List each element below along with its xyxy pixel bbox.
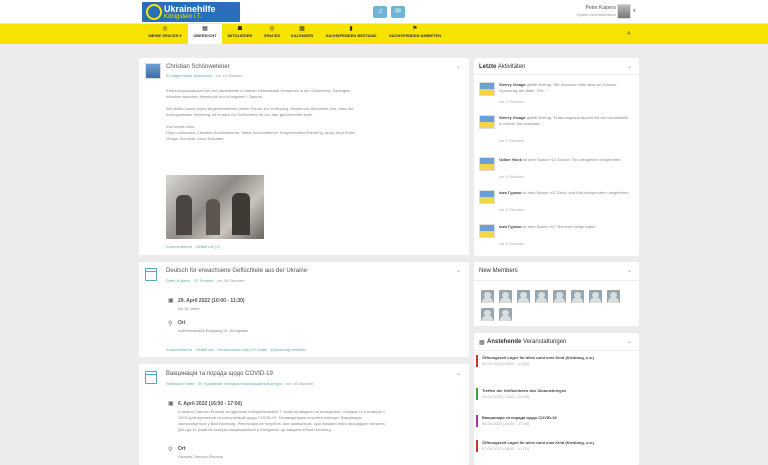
members-icon: ☗ xyxy=(237,26,243,32)
activities-title: Letzte Aktivitäten xyxy=(479,64,526,70)
event-menu-chevron-icon[interactable]: ⌄ xyxy=(456,267,461,274)
clock-icon: ▣ xyxy=(168,298,174,304)
upcoming-event-item[interactable]: Treffen der Geflüchteten des Ukrainekrie… xyxy=(476,388,634,400)
user-avatar[interactable] xyxy=(479,190,495,204)
user-name[interactable]: Peter Kuipers xyxy=(586,5,616,11)
post-author[interactable]: Christian Schönwetener xyxy=(166,64,230,70)
member-avatar[interactable] xyxy=(535,290,548,303)
activities-collapse-chevron-icon[interactable]: ⌄ xyxy=(627,63,632,70)
location-pin-icon: ⚲ xyxy=(168,447,173,453)
upcoming-events-title: Anstehende Veranstaltungen xyxy=(487,339,567,345)
user-menu-caret-icon[interactable]: ▾ xyxy=(633,8,636,14)
brand-logo[interactable]: Ukrainehilfe Königstein i.T. xyxy=(142,2,240,22)
nav-spaces[interactable]: ◎ Spaces xyxy=(258,24,286,44)
member-avatar[interactable] xyxy=(553,290,566,303)
member-avatar[interactable] xyxy=(499,290,512,303)
user-avatar[interactable] xyxy=(617,4,631,19)
user-avatar[interactable] xyxy=(479,82,495,96)
nav-overview[interactable]: ▦ Übersicht xyxy=(188,24,222,44)
user-avatar[interactable] xyxy=(479,157,495,171)
brand-sub: Königstein i.T. xyxy=(164,14,202,20)
post-time: vor 14 Stunden xyxy=(215,73,243,78)
post-photo[interactable] xyxy=(166,175,264,239)
calendar-icon: ▦ xyxy=(299,26,305,32)
spaces-icon: ◎ xyxy=(162,26,168,32)
nav-calendar[interactable]: ▦ Kalender xyxy=(286,24,318,44)
event-location: Лікарня Святого Йосипа xyxy=(178,454,223,459)
spaces-icon: ◎ xyxy=(269,26,275,32)
calendar-icon xyxy=(145,371,157,384)
event-description: у лікарні Святого Йосипа за адресою Köni… xyxy=(178,409,386,432)
upcoming-event-item[interactable]: Öffnungszeit Lager für alles rund ums Ki… xyxy=(476,355,634,367)
post-menu-chevron-icon[interactable]: ⌄ xyxy=(456,63,461,70)
user-avatar[interactable] xyxy=(479,115,495,129)
events-collapse-chevron-icon[interactable]: ⌄ xyxy=(627,338,632,345)
main-nav: ◎ Meine Spaces ▾ ▦ Übersicht ☗ Mitglieder ◎… xyxy=(0,24,768,44)
event-title[interactable]: Deutsch für erwachsene Geflüchtete aus d… xyxy=(166,268,307,274)
nav-donations-offer[interactable]: ⚑ Sachspenden anbieten xyxy=(384,24,446,44)
divider xyxy=(474,280,639,281)
event-meta: Peter Kuipers · 07 Termine · vor 16 Stun… xyxy=(166,278,245,283)
search-icon[interactable]: ⌕ xyxy=(627,30,631,38)
messages-envelope-icon[interactable]: ✉ xyxy=(391,6,405,18)
user-avatar[interactable] xyxy=(479,224,495,238)
post-meta: 01 Allgemeiner Austausch · vor 14 Stunde… xyxy=(166,73,243,78)
member-avatar[interactable] xyxy=(589,290,602,303)
event-title[interactable]: Вакцинація та порада щодо COVID-19 xyxy=(166,371,273,377)
author-avatar[interactable] xyxy=(145,63,161,79)
event-location-label: Ort xyxy=(178,446,186,452)
post-actions[interactable]: Kommentieren · Gefällt mir (1) xyxy=(166,244,220,249)
location-pin-icon: ⚲ xyxy=(168,321,173,327)
event-location-label: Ort xyxy=(178,320,186,326)
top-bar: Ukrainehilfe Königstein i.T. ♫ ✉ Peter K… xyxy=(0,0,768,24)
event-menu-chevron-icon[interactable]: ⌄ xyxy=(456,370,461,377)
event-meta: Sebastian Hahn · 09 Праківний телефон/Ін… xyxy=(166,381,314,386)
member-avatar[interactable] xyxy=(499,308,512,321)
event-location: Adelheidstraße Burgweg 16, Königstein xyxy=(178,328,249,333)
dashboard-icon: ▦ xyxy=(202,26,208,32)
divider xyxy=(474,350,639,351)
members-collapse-chevron-icon[interactable]: ⌄ xyxy=(627,267,632,274)
nav-my-spaces[interactable]: ◎ Meine Spaces ▾ xyxy=(142,24,188,44)
stock-chart-icon: ▮ xyxy=(349,26,353,32)
upcoming-event-item[interactable]: Öffnungszeit Lager für alles rund ums Ki… xyxy=(476,440,634,452)
event-actions[interactable]: Kommentieren · Gefällt mir · Herunterlad… xyxy=(166,347,307,352)
post-space[interactable]: 01 Allgemeiner Austausch xyxy=(166,73,212,78)
upcoming-event-item[interactable]: Вакцинація та порада щодо COVID-19 06.04.… xyxy=(476,415,634,427)
new-members-title: New Members xyxy=(479,268,518,274)
nav-members[interactable]: ☗ Mitglieder xyxy=(222,24,258,44)
clock-icon: ▣ xyxy=(168,401,174,407)
event-date: 6. April 2022 (16:00 - 17:00) xyxy=(178,401,243,407)
divider xyxy=(474,74,639,75)
event-date: 29. April 2022 (10:00 - 11:30) xyxy=(178,298,245,304)
notifications-bell-icon[interactable]: ♫ xyxy=(373,6,387,18)
calendar-icon xyxy=(145,268,157,281)
member-avatar[interactable] xyxy=(481,308,494,321)
nav-donations-stock[interactable]: ▮ Sachspenden Bestand xyxy=(318,24,384,44)
event-date-note: Ab 15 Jahre xyxy=(178,306,200,311)
sunflower-icon xyxy=(146,4,162,20)
brand-name: Ukrainehilfe xyxy=(164,4,216,14)
post-body: Erfahrungsaustausch mit der Ukrainehilfe… xyxy=(166,88,357,141)
member-avatar[interactable] xyxy=(517,290,530,303)
user-role: System Administration xyxy=(576,12,616,17)
flag-icon: ⚑ xyxy=(412,26,418,32)
calendar-icon: ▦ xyxy=(479,340,485,346)
member-avatar[interactable] xyxy=(481,290,494,303)
member-avatar[interactable] xyxy=(607,290,620,303)
member-avatar[interactable] xyxy=(571,290,584,303)
